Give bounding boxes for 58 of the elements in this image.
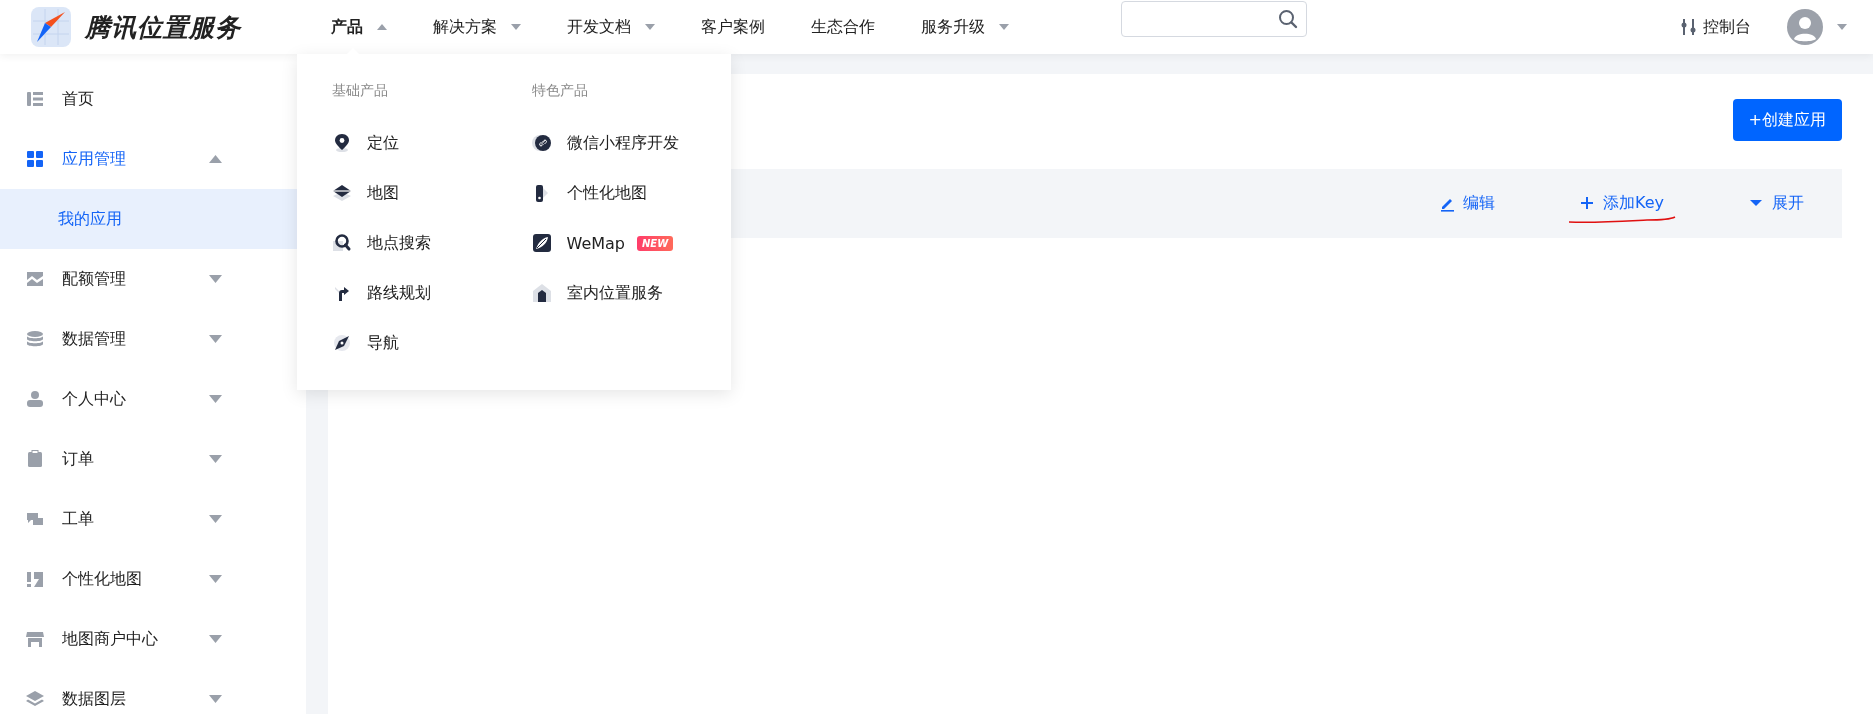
list-icon — [26, 90, 44, 108]
product-menu-item[interactable]: 路线规划 — [332, 268, 532, 318]
grid-icon — [26, 150, 44, 168]
leaf-square-icon — [531, 233, 552, 253]
plus-icon — [1579, 195, 1595, 212]
app-action-link[interactable]: 编辑 — [1427, 179, 1507, 228]
chat-icon — [26, 510, 44, 528]
new-badge: NEW — [637, 235, 674, 251]
menu-section-heading: 基础产品 — [332, 82, 389, 100]
create-app-button[interactable]: +创建应用 — [1732, 99, 1842, 141]
sliders-icon — [1681, 18, 1697, 36]
menu-section-heading: 特色产品 — [531, 82, 589, 100]
compass-logo-icon — [31, 7, 71, 47]
product-menu-item[interactable]: 室内位置服务 — [531, 268, 731, 318]
map-style-icon — [26, 570, 44, 588]
app-action-link[interactable]: 添加Key — [1567, 179, 1676, 228]
sidebar-menu-item[interactable]: 数据管理 — [0, 309, 306, 369]
brand-name: 腾讯位置服务 — [85, 11, 241, 44]
sidebar-menu-item[interactable]: 个人中心 — [0, 369, 306, 429]
sidebar-menu-item[interactable]: 工单 — [0, 489, 306, 549]
product-menu-item[interactable]: 定位 — [332, 118, 532, 168]
nav-menu-item[interactable]: 解决方案 — [433, 16, 521, 38]
compass-needle-icon — [332, 333, 352, 353]
nav-menu-item[interactable]: 生态合作 — [811, 16, 875, 38]
house-icon — [531, 283, 552, 303]
avatar-icon — [1787, 9, 1823, 45]
nav-menu-item[interactable]: 产品 — [331, 16, 387, 38]
product-menu-item[interactable]: 导航 — [332, 318, 532, 368]
sidebar-menu-item[interactable]: 订单 — [0, 429, 306, 489]
sidebar-menu-item[interactable]: 地图商户中心 — [0, 609, 306, 669]
app-action-link[interactable]: 展开 — [1736, 179, 1816, 228]
product-menu-item[interactable]: 地图 — [332, 168, 532, 218]
chart-icon — [26, 270, 44, 288]
product-menu-item[interactable]: 微信小程序开发 — [531, 118, 731, 168]
caret-icon — [1837, 24, 1847, 30]
user-icon — [26, 390, 44, 408]
diamond-map-icon — [332, 183, 352, 203]
search-icon — [1278, 9, 1298, 29]
product-menu-item[interactable]: 个性化地图 — [531, 168, 731, 218]
sidebar-menu-item[interactable]: 首页 — [0, 69, 306, 129]
layers-icon — [26, 690, 44, 708]
product-menu-item[interactable]: WeMap NEW — [531, 218, 731, 268]
product-menu-item[interactable]: 地点搜索 — [332, 218, 532, 268]
store-icon — [26, 630, 44, 648]
nav-menu-item[interactable]: 服务升级 — [921, 16, 1009, 38]
search-field[interactable] — [1121, 1, 1307, 37]
sidebar-menu-item[interactable]: 应用管理 — [0, 129, 306, 189]
link-circle-icon — [531, 133, 552, 153]
sidebar-menu-item[interactable]: 数据图层 — [0, 669, 306, 714]
magnifier-icon — [332, 233, 352, 253]
database-icon — [26, 330, 44, 348]
console-link[interactable]: 控制台 — [1681, 16, 1751, 38]
nav-menu-item[interactable]: 开发文档 — [567, 16, 655, 38]
nav-menu-item[interactable]: 客户案例 — [701, 16, 765, 38]
pin-icon — [332, 133, 352, 153]
clipboard-icon — [26, 450, 44, 468]
sidebar-menu-item[interactable]: 配额管理 — [0, 249, 306, 309]
sidebar-menu-item[interactable]: 个性化地图 — [0, 549, 306, 609]
